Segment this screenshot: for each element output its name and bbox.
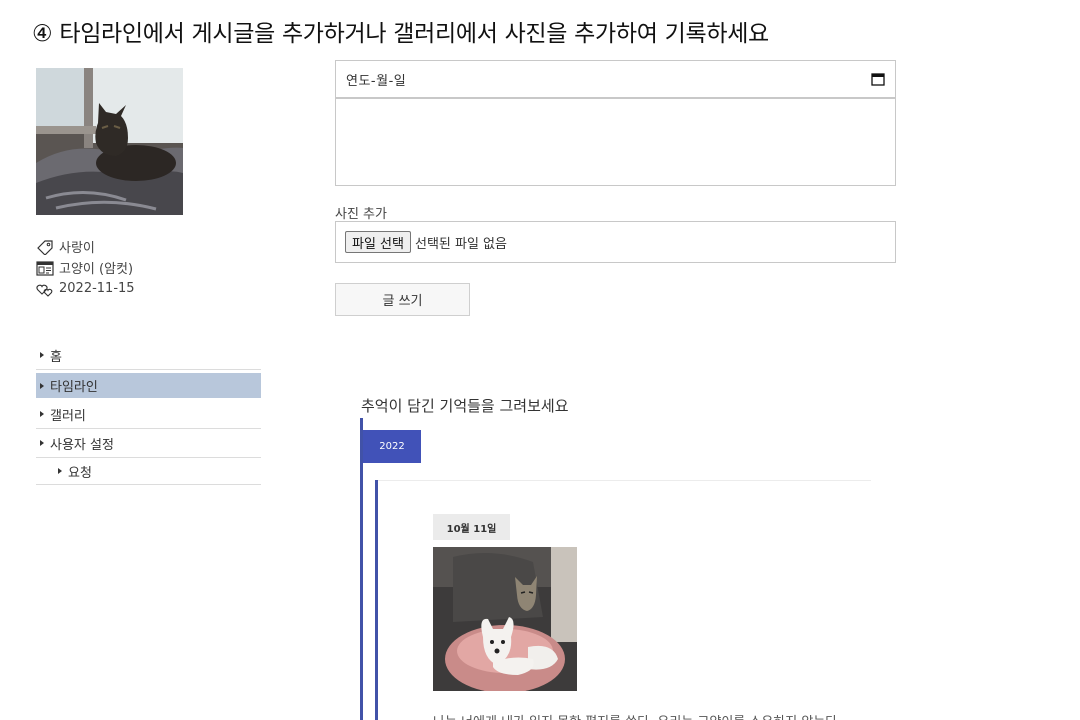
profile-photo: [36, 68, 183, 215]
file-status: 선택된 파일 없음: [414, 236, 507, 252]
profile-info: 사랑이 고양이 (암컷) 2022-11-15: [36, 236, 135, 299]
file-select-button[interactable]: 파일 선택: [345, 231, 411, 253]
sidebar-item-user-settings[interactable]: 사용자 설정: [36, 429, 261, 458]
triangle-right-icon: [40, 382, 44, 389]
tag-icon: [37, 239, 53, 255]
profile-date-row: 2022-11-15: [36, 278, 135, 299]
sidebar-item-label: 타임라인: [50, 380, 98, 395]
sidebar-item-label: 요청: [68, 465, 92, 481]
content-textarea[interactable]: [335, 97, 896, 186]
triangle-right-icon: [40, 352, 44, 358]
post-text: 나는 너에게 내가 읽지 못한 편지를 쓴다. 우리는 고양이를 소유하지 않는…: [433, 711, 837, 720]
write-post-button[interactable]: 글 쓰기: [335, 283, 470, 316]
timeline-inner-line: [375, 480, 378, 720]
profile-date: 2022-11-15: [59, 281, 135, 296]
profile-name-row: 사랑이: [36, 236, 135, 257]
timeline-line: [360, 418, 363, 720]
sidebar-item-label: 홈: [50, 349, 62, 365]
sidebar-subitem-request[interactable]: 요청: [36, 458, 261, 485]
photo-label: 사진 추가: [335, 207, 387, 222]
sidebar-item-gallery[interactable]: 갤러리: [36, 400, 261, 429]
id-card-icon: [36, 260, 54, 276]
profile-species-row: 고양이 (암컷): [36, 257, 135, 278]
instruction-text: ④ 타임라인에서 게시글을 추가하거나 갤러리에서 사진을 추가하여 기록하세요: [32, 21, 769, 47]
date-input[interactable]: 연도-월-일: [335, 60, 896, 98]
date-input-placeholder: 연도-월-일: [346, 73, 407, 89]
post-date-badge: 10월 11일: [433, 514, 510, 540]
file-input[interactable]: 파일 선택 선택된 파일 없음: [335, 221, 896, 263]
sidebar-item-label: 갤러리: [50, 408, 86, 424]
year-badge: 2022: [363, 430, 421, 463]
triangle-right-icon: [58, 468, 62, 474]
sidebar-item-timeline[interactable]: 타임라인: [36, 373, 261, 398]
triangle-right-icon: [40, 411, 44, 417]
profile-name: 사랑이: [59, 241, 95, 256]
sidebar-nav: 홈 타임라인 갤러리 사용자 설정 요청: [36, 341, 261, 485]
calendar-icon[interactable]: [871, 72, 885, 86]
post-photo[interactable]: [433, 547, 577, 691]
timeline-title: 추억이 담긴 기억들을 그려보세요: [361, 397, 569, 415]
sidebar-item-label: 사용자 설정: [50, 437, 114, 453]
post-divider: [378, 480, 871, 481]
profile-species: 고양이 (암컷): [59, 262, 134, 277]
hearts-icon: [36, 284, 53, 297]
triangle-right-icon: [40, 440, 44, 446]
sidebar-item-home[interactable]: 홈: [36, 341, 261, 370]
